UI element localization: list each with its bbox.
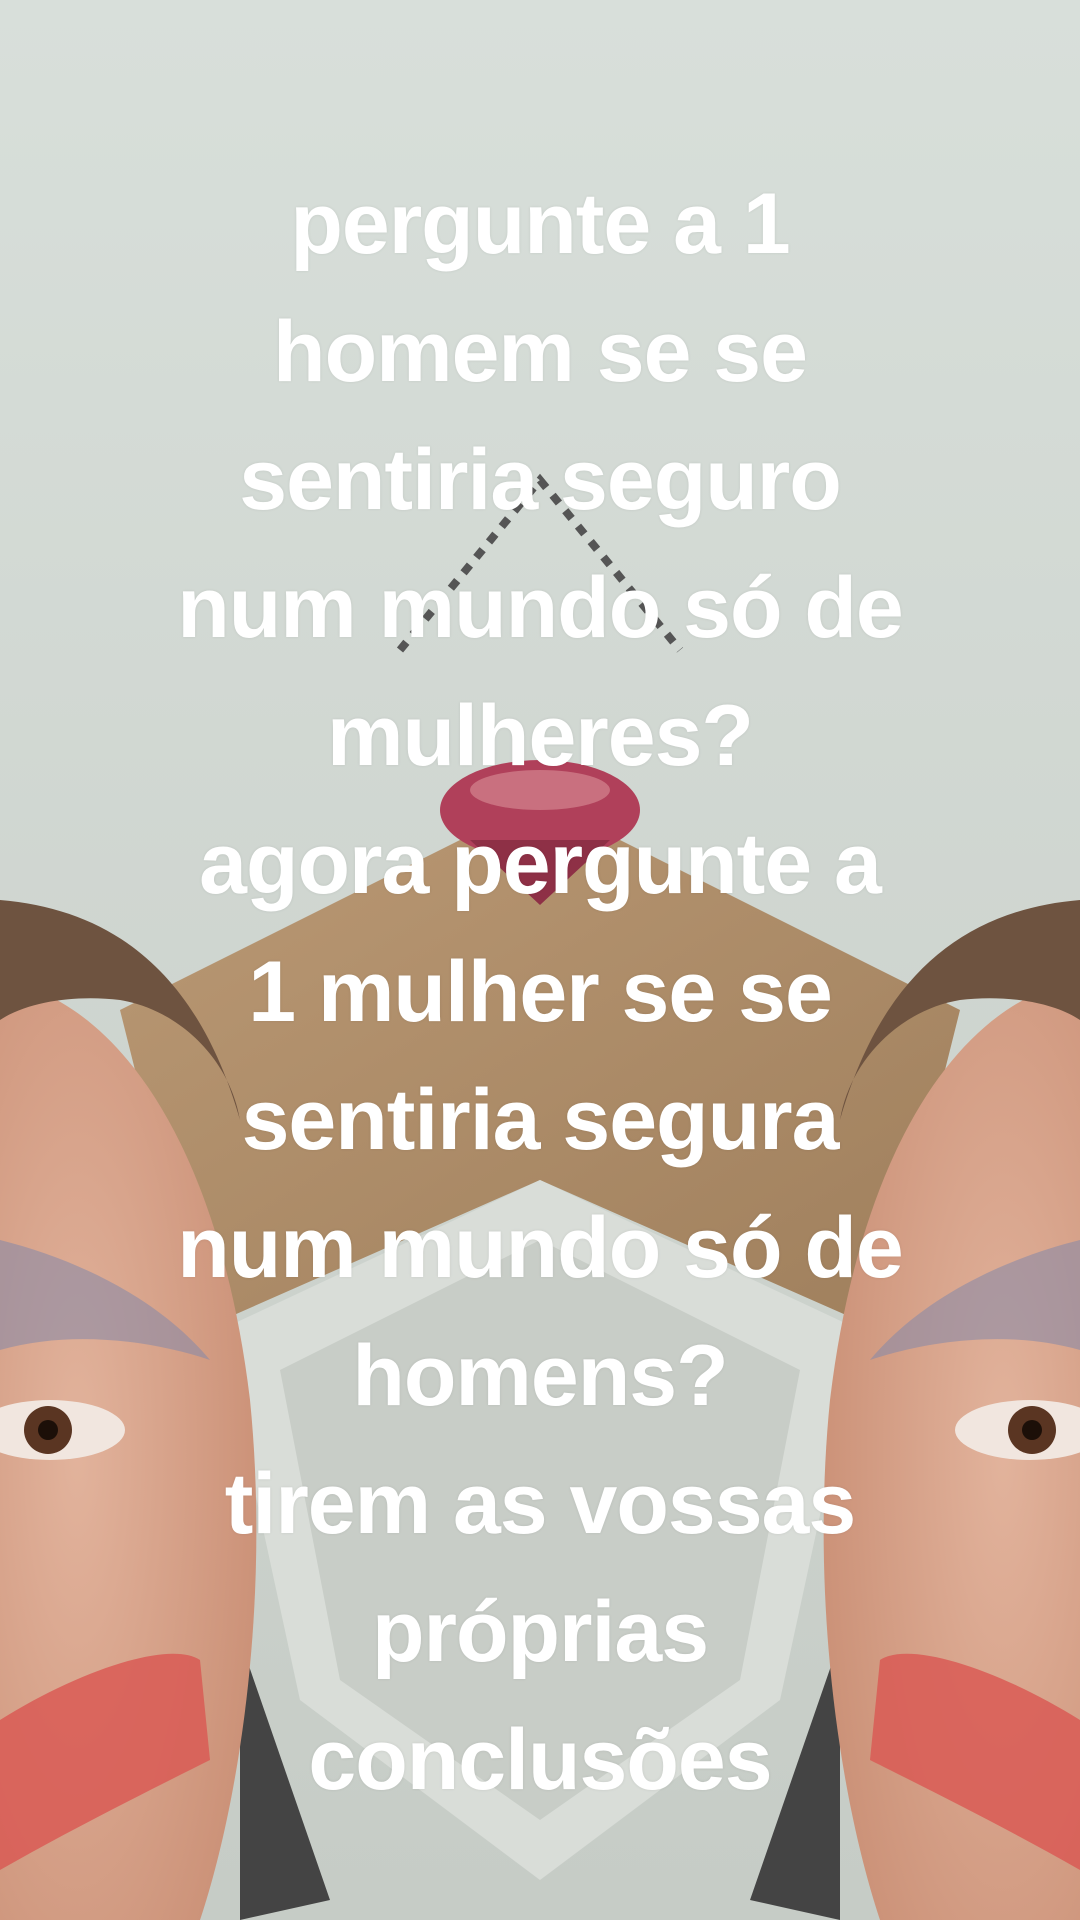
video-frame: pergunte a 1 homem se se sentiria seguro… [0, 0, 1080, 1920]
caption-line: 1 mulher se se [248, 944, 833, 1040]
caption-line: sentiria segura [241, 1072, 840, 1168]
caption-line: agora pergunte a [199, 816, 882, 912]
caption-line: homens? [352, 1328, 728, 1424]
caption-line: sentiria seguro [239, 432, 842, 528]
caption-line: mulheres? [327, 688, 754, 784]
caption-line: num mundo só de [177, 1200, 904, 1296]
caption-line: pergunte a 1 [290, 176, 790, 272]
caption-line: conclusões [308, 1712, 772, 1808]
caption-line: num mundo só de [177, 560, 904, 656]
caption-line: homem se se [273, 304, 808, 400]
caption-text: pergunte a 1 homem se se sentiria seguro… [40, 160, 1040, 1824]
caption-line: próprias [371, 1584, 709, 1680]
caption-line: tirem as vossas [224, 1456, 856, 1552]
